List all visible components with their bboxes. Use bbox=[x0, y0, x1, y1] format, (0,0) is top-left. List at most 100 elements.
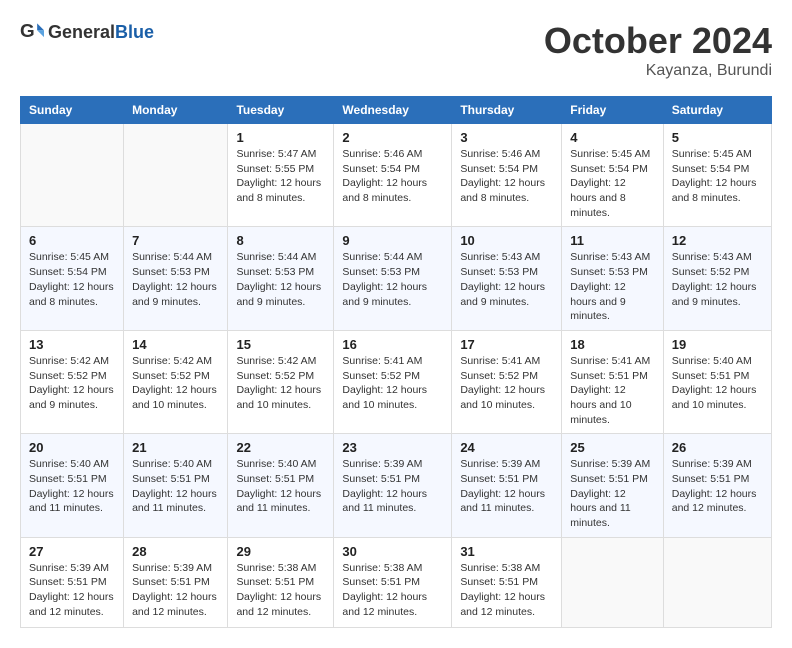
day-number: 30 bbox=[342, 544, 443, 559]
col-wednesday: Wednesday bbox=[334, 97, 452, 124]
table-row: 17 Sunrise: 5:41 AMSunset: 5:52 PMDayligh… bbox=[452, 330, 562, 433]
table-row: 31 Sunrise: 5:38 AMSunset: 5:51 PMDayligh… bbox=[452, 537, 562, 627]
table-row: 15 Sunrise: 5:42 AMSunset: 5:52 PMDayligh… bbox=[228, 330, 334, 433]
table-row: 30 Sunrise: 5:38 AMSunset: 5:51 PMDayligh… bbox=[334, 537, 452, 627]
day-number: 29 bbox=[236, 544, 325, 559]
logo-blue: Blue bbox=[115, 22, 154, 42]
table-row: 19Sunrise: 5:40 AMSunset: 5:51 PMDayligh… bbox=[663, 330, 771, 433]
day-info: Sunrise: 5:46 AMSunset: 5:54 PMDaylight:… bbox=[460, 147, 553, 206]
day-info: Sunrise: 5:39 AMSunset: 5:51 PMDaylight:… bbox=[570, 457, 655, 530]
day-info: Sunrise: 5:44 AMSunset: 5:53 PMDaylight:… bbox=[342, 250, 443, 309]
day-info: Sunrise: 5:41 AMSunset: 5:52 PMDaylight:… bbox=[460, 354, 553, 413]
day-number: 8 bbox=[236, 233, 325, 248]
col-saturday: Saturday bbox=[663, 97, 771, 124]
calendar-week-row: 27 Sunrise: 5:39 AMSunset: 5:51 PMDayligh… bbox=[21, 537, 772, 627]
day-number: 13 bbox=[29, 337, 115, 352]
day-number: 27 bbox=[29, 544, 115, 559]
day-number: 10 bbox=[460, 233, 553, 248]
table-row: 1 Sunrise: 5:47 AMSunset: 5:55 PMDaylight… bbox=[228, 124, 334, 227]
day-info: Sunrise: 5:42 AMSunset: 5:52 PMDaylight:… bbox=[29, 354, 115, 413]
table-row: 25 Sunrise: 5:39 AMSunset: 5:51 PMDayligh… bbox=[562, 434, 664, 537]
day-number: 31 bbox=[460, 544, 553, 559]
day-number: 1 bbox=[236, 130, 325, 145]
day-number: 5 bbox=[672, 130, 763, 145]
day-number: 2 bbox=[342, 130, 443, 145]
day-info: Sunrise: 5:39 AMSunset: 5:51 PMDaylight:… bbox=[460, 457, 553, 516]
logo-general: General bbox=[48, 22, 115, 42]
day-number: 17 bbox=[460, 337, 553, 352]
day-info: Sunrise: 5:38 AMSunset: 5:51 PMDaylight:… bbox=[460, 561, 553, 620]
day-number: 7 bbox=[132, 233, 219, 248]
day-number: 15 bbox=[236, 337, 325, 352]
title-area: October 2024 Kayanza, Burundi bbox=[544, 20, 772, 80]
location-subtitle: Kayanza, Burundi bbox=[544, 62, 772, 80]
day-number: 16 bbox=[342, 337, 443, 352]
day-info: Sunrise: 5:44 AMSunset: 5:53 PMDaylight:… bbox=[132, 250, 219, 309]
table-row: 2 Sunrise: 5:46 AMSunset: 5:54 PMDaylight… bbox=[334, 124, 452, 227]
day-info: Sunrise: 5:42 AMSunset: 5:52 PMDaylight:… bbox=[236, 354, 325, 413]
col-sunday: Sunday bbox=[21, 97, 124, 124]
table-row: 8Sunrise: 5:44 AMSunset: 5:53 PMDaylight… bbox=[228, 227, 334, 330]
table-row: 29 Sunrise: 5:38 AMSunset: 5:51 PMDayligh… bbox=[228, 537, 334, 627]
day-info: Sunrise: 5:43 AMSunset: 5:53 PMDaylight:… bbox=[460, 250, 553, 309]
table-row bbox=[562, 537, 664, 627]
day-info: Sunrise: 5:45 AMSunset: 5:54 PMDaylight:… bbox=[672, 147, 763, 206]
day-info: Sunrise: 5:40 AMSunset: 5:51 PMDaylight:… bbox=[672, 354, 763, 413]
table-row: 20 Sunrise: 5:40 AMSunset: 5:51 PMDayligh… bbox=[21, 434, 124, 537]
day-info: Sunrise: 5:40 AMSunset: 5:51 PMDaylight:… bbox=[236, 457, 325, 516]
calendar-week-row: 1 Sunrise: 5:47 AMSunset: 5:55 PMDaylight… bbox=[21, 124, 772, 227]
day-info: Sunrise: 5:39 AMSunset: 5:51 PMDaylight:… bbox=[132, 561, 219, 620]
day-info: Sunrise: 5:43 AMSunset: 5:52 PMDaylight:… bbox=[672, 250, 763, 309]
calendar-week-row: 20 Sunrise: 5:40 AMSunset: 5:51 PMDayligh… bbox=[21, 434, 772, 537]
day-number: 14 bbox=[132, 337, 219, 352]
col-tuesday: Tuesday bbox=[228, 97, 334, 124]
day-info: Sunrise: 5:46 AMSunset: 5:54 PMDaylight:… bbox=[342, 147, 443, 206]
logo: G GeneralBlue bbox=[20, 20, 154, 44]
table-row: 27 Sunrise: 5:39 AMSunset: 5:51 PMDayligh… bbox=[21, 537, 124, 627]
day-info: Sunrise: 5:47 AMSunset: 5:55 PMDaylight:… bbox=[236, 147, 325, 206]
day-info: Sunrise: 5:39 AMSunset: 5:51 PMDaylight:… bbox=[29, 561, 115, 620]
table-row: 13 Sunrise: 5:42 AMSunset: 5:52 PMDayligh… bbox=[21, 330, 124, 433]
table-row: 12 Sunrise: 5:43 AMSunset: 5:52 PMDayligh… bbox=[663, 227, 771, 330]
day-info: Sunrise: 5:38 AMSunset: 5:51 PMDaylight:… bbox=[342, 561, 443, 620]
day-number: 28 bbox=[132, 544, 219, 559]
day-number: 18 bbox=[570, 337, 655, 352]
svg-text:G: G bbox=[20, 20, 35, 41]
day-number: 25 bbox=[570, 440, 655, 455]
table-row: 4Sunrise: 5:45 AMSunset: 5:54 PMDaylight… bbox=[562, 124, 664, 227]
table-row: 10 Sunrise: 5:43 AMSunset: 5:53 PMDayligh… bbox=[452, 227, 562, 330]
table-row: 26Sunrise: 5:39 AMSunset: 5:51 PMDayligh… bbox=[663, 434, 771, 537]
day-number: 22 bbox=[236, 440, 325, 455]
logo-text: GeneralBlue bbox=[48, 22, 154, 43]
calendar-table: Sunday Monday Tuesday Wednesday Thursday… bbox=[20, 96, 772, 628]
table-row: 16 Sunrise: 5:41 AMSunset: 5:52 PMDayligh… bbox=[334, 330, 452, 433]
table-row: 9Sunrise: 5:44 AMSunset: 5:53 PMDaylight… bbox=[334, 227, 452, 330]
table-row: 22 Sunrise: 5:40 AMSunset: 5:51 PMDayligh… bbox=[228, 434, 334, 537]
day-info: Sunrise: 5:38 AMSunset: 5:51 PMDaylight:… bbox=[236, 561, 325, 620]
day-info: Sunrise: 5:40 AMSunset: 5:51 PMDaylight:… bbox=[29, 457, 115, 516]
table-row: 5 Sunrise: 5:45 AMSunset: 5:54 PMDaylight… bbox=[663, 124, 771, 227]
calendar-week-row: 13 Sunrise: 5:42 AMSunset: 5:52 PMDayligh… bbox=[21, 330, 772, 433]
col-thursday: Thursday bbox=[452, 97, 562, 124]
day-number: 4 bbox=[570, 130, 655, 145]
day-number: 24 bbox=[460, 440, 553, 455]
day-info: Sunrise: 5:39 AMSunset: 5:51 PMDaylight:… bbox=[672, 457, 763, 516]
day-number: 12 bbox=[672, 233, 763, 248]
day-number: 21 bbox=[132, 440, 219, 455]
col-monday: Monday bbox=[124, 97, 228, 124]
table-row: 18 Sunrise: 5:41 AMSunset: 5:51 PMDayligh… bbox=[562, 330, 664, 433]
table-row: 24 Sunrise: 5:39 AMSunset: 5:51 PMDayligh… bbox=[452, 434, 562, 537]
day-info: Sunrise: 5:41 AMSunset: 5:51 PMDaylight:… bbox=[570, 354, 655, 427]
day-number: 20 bbox=[29, 440, 115, 455]
day-info: Sunrise: 5:41 AMSunset: 5:52 PMDaylight:… bbox=[342, 354, 443, 413]
calendar-header-row: Sunday Monday Tuesday Wednesday Thursday… bbox=[21, 97, 772, 124]
header: G GeneralBlue October 2024 Kayanza, Buru… bbox=[20, 20, 772, 80]
day-number: 23 bbox=[342, 440, 443, 455]
table-row: 23 Sunrise: 5:39 AMSunset: 5:51 PMDayligh… bbox=[334, 434, 452, 537]
calendar-week-row: 6Sunrise: 5:45 AMSunset: 5:54 PMDaylight… bbox=[21, 227, 772, 330]
table-row: 6Sunrise: 5:45 AMSunset: 5:54 PMDaylight… bbox=[21, 227, 124, 330]
day-number: 6 bbox=[29, 233, 115, 248]
table-row: 7 Sunrise: 5:44 AMSunset: 5:53 PMDaylight… bbox=[124, 227, 228, 330]
col-friday: Friday bbox=[562, 97, 664, 124]
day-info: Sunrise: 5:39 AMSunset: 5:51 PMDaylight:… bbox=[342, 457, 443, 516]
